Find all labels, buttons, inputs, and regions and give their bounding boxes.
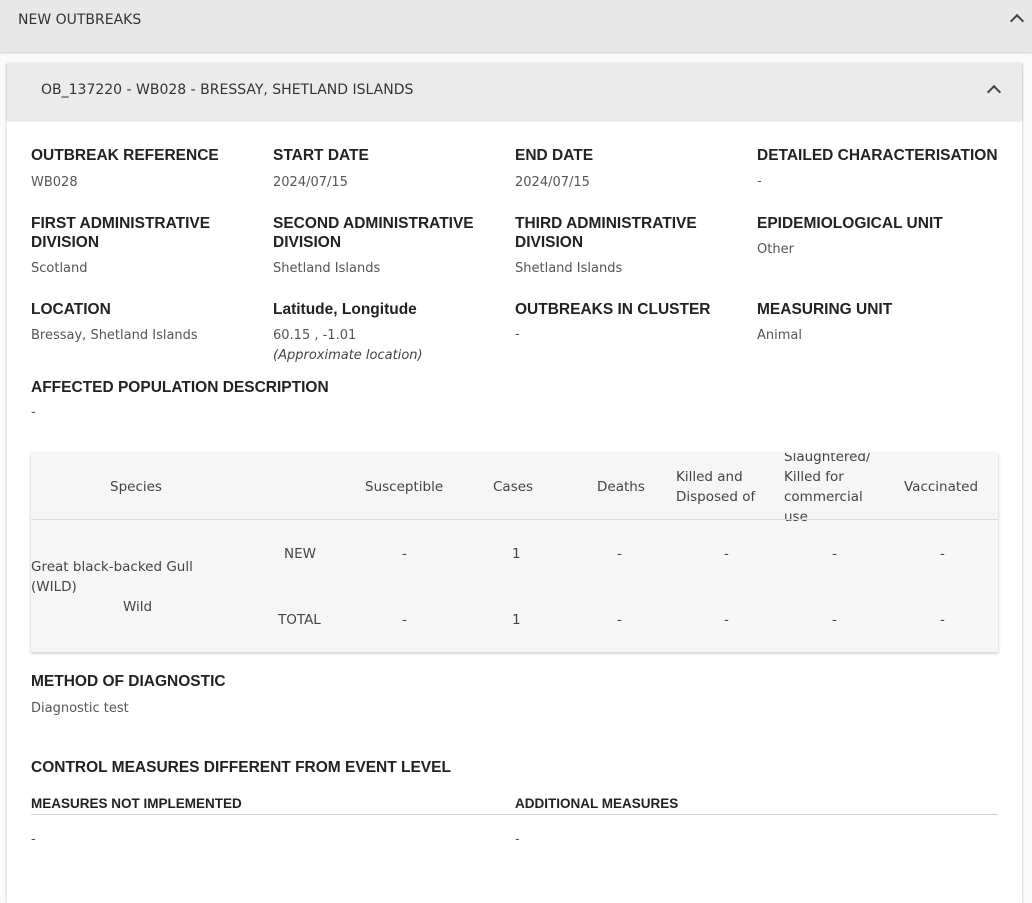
species-type: Wild	[123, 599, 153, 615]
new-outbreaks-header[interactable]: NEW OUTBREAKS	[0, 0, 1032, 52]
table-header-divider	[31, 519, 998, 520]
cell-new-vaccinated: -	[940, 546, 945, 562]
field-label-third-admin-division: THIRD ADMINISTRATIVE DIVISION	[515, 215, 697, 251]
col-header-slaughtered: Slaughtered/ Killed for commercial use	[784, 453, 871, 525]
affected-population-value: -	[31, 405, 36, 420]
field-label-second-admin-division: SECOND ADMINISTRATIVE DIVISION	[273, 215, 474, 251]
species-name: Great black-backed Gull (WILD)	[31, 559, 193, 595]
field-value-second-admin-division: Shetland Islands	[273, 261, 381, 276]
cell-new-slaughtered: -	[832, 546, 837, 562]
col-header-vaccinated: Vaccinated	[904, 479, 979, 495]
field-label-measuring-unit: MEASURING UNIT	[757, 301, 893, 318]
field-label-lat-long: Latitude, Longitude	[273, 301, 417, 318]
additional-measures-value: -	[515, 832, 520, 847]
chevron-up-icon[interactable]	[986, 84, 1002, 100]
col-header-cases: Cases	[493, 479, 534, 495]
row-label-total: TOTAL	[278, 612, 321, 628]
field-value-third-admin-division: Shetland Islands	[515, 261, 623, 276]
col-header-susceptible: Susceptible	[365, 479, 444, 495]
cell-total-cases: 1	[512, 612, 521, 628]
field-label-start-date: START DATE	[273, 147, 369, 164]
field-label-outbreaks-in-cluster: OUTBREAKS IN CLUSTER	[515, 301, 711, 318]
field-note-approximate-location: (Approximate location)	[273, 348, 423, 363]
diagnostic-label: METHOD OF DIAGNOSTIC	[31, 673, 226, 690]
col-header-species: Species	[110, 479, 162, 495]
field-label-epidemiological-unit: EPIDEMIOLOGICAL UNIT	[757, 215, 943, 232]
outbreak-title: OB_137220 - WB028 - BRESSAY, SHETLAND IS…	[41, 82, 414, 98]
field-value-lat-long: 60.15 , -1.01	[273, 328, 357, 343]
additional-measures-label: ADDITIONAL MEASURES	[515, 796, 679, 811]
col-header-deaths: Deaths	[597, 479, 645, 495]
field-label-first-admin-division: FIRST ADMINISTRATIVE DIVISION	[31, 215, 211, 251]
cell-total-vaccinated: -	[940, 612, 945, 628]
cell-new-deaths: -	[617, 546, 622, 562]
field-label-end-date: END DATE	[515, 147, 594, 164]
outbreak-card-header[interactable]: OB_137220 - WB028 - BRESSAY, SHETLAND IS…	[7, 63, 1022, 120]
section-title: NEW OUTBREAKS	[18, 12, 142, 28]
chevron-up-icon[interactable]	[1009, 13, 1025, 29]
control-measures-divider	[31, 814, 998, 815]
measures-not-implemented-label: MEASURES NOT IMPLEMENTED	[31, 796, 242, 811]
species-table: Species Susceptible Cases Deaths Killed …	[31, 453, 998, 652]
cell-total-slaughtered: -	[832, 612, 837, 628]
diagnostic-value: Diagnostic test	[31, 701, 129, 716]
cell-new-susceptible: -	[402, 546, 407, 562]
cell-total-deaths: -	[617, 612, 622, 628]
measures-not-implemented-value: -	[31, 832, 36, 847]
field-value-outbreaks-in-cluster: -	[515, 327, 520, 342]
field-value-end-date: 2024/07/15	[515, 175, 590, 190]
cell-total-susceptible: -	[402, 612, 407, 628]
field-value-location: Bressay, Shetland Islands	[31, 328, 198, 343]
field-value-detailed-characterisation: -	[757, 174, 762, 189]
control-measures-title: CONTROL MEASURES DIFFERENT FROM EVENT LE…	[31, 759, 451, 776]
affected-population-label: AFFECTED POPULATION DESCRIPTION	[31, 379, 329, 396]
field-value-start-date: 2024/07/15	[273, 175, 348, 190]
field-value-first-admin-division: Scotland	[31, 261, 88, 276]
col-header-killed: Killed and Disposed of	[676, 469, 756, 505]
field-label-location: LOCATION	[31, 301, 111, 318]
field-value-epidemiological-unit: Other	[757, 242, 794, 257]
row-label-new: NEW	[284, 546, 316, 562]
cell-new-killed: -	[724, 546, 729, 562]
cell-new-cases: 1	[512, 546, 521, 562]
field-value-measuring-unit: Animal	[757, 328, 802, 343]
field-value-outbreak-reference: WB028	[31, 175, 78, 190]
field-label-detailed-characterisation: DETAILED CHARACTERISATION	[757, 147, 998, 164]
cell-total-killed: -	[724, 612, 729, 628]
field-label-outbreak-reference: OUTBREAK REFERENCE	[31, 147, 219, 164]
